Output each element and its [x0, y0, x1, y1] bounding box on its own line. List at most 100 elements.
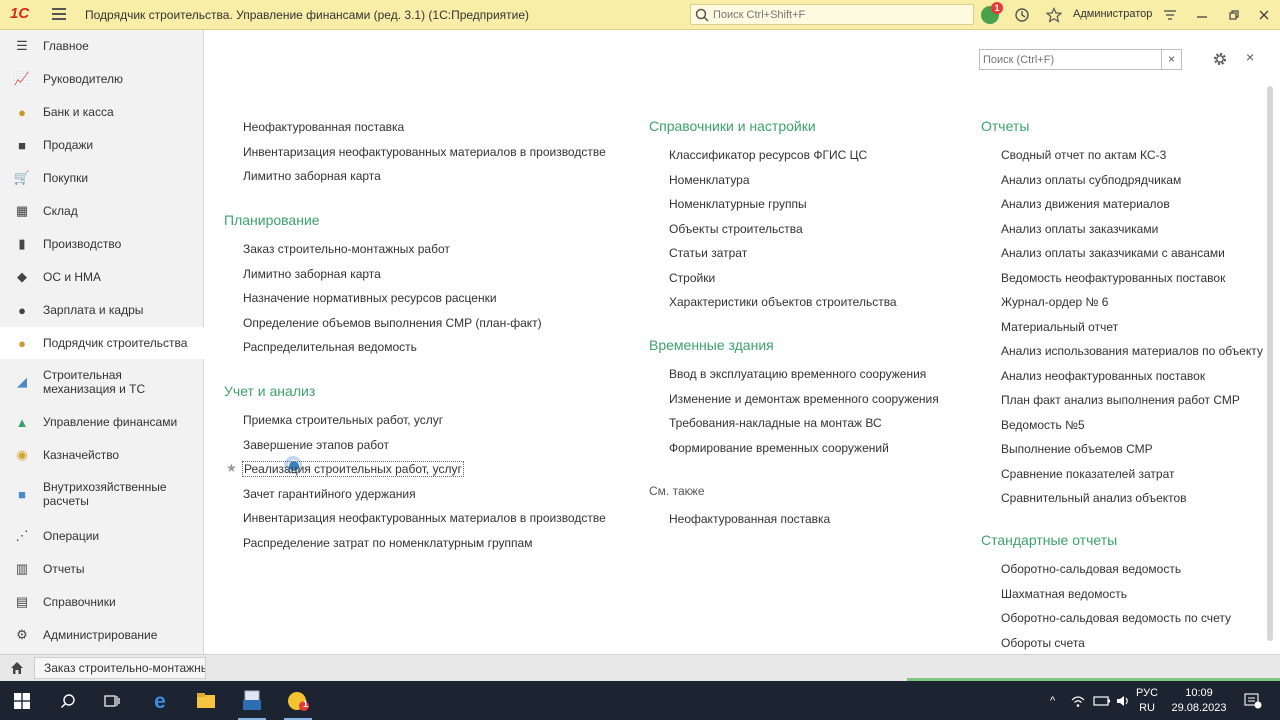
section-link[interactable]: Лимитно заборная карта	[243, 267, 381, 281]
sidebar-item[interactable]: ● Банк и касса	[0, 96, 204, 128]
section-link[interactable]: Шахматная ведомость	[1001, 587, 1127, 601]
section-link[interactable]: Анализ неофактурованных поставок	[1001, 369, 1205, 383]
section-link[interactable]: Ведомость №5	[1001, 418, 1085, 432]
history-button[interactable]	[1012, 5, 1032, 25]
sidebar-item[interactable]: ⚙ Администрирование	[0, 619, 204, 651]
section-link[interactable]: Назначение нормативных ресурсов расценки	[243, 291, 497, 305]
close-window-button[interactable]	[1254, 5, 1274, 25]
start-button[interactable]	[0, 681, 44, 720]
section-link[interactable]: Обороты счета	[1001, 636, 1085, 650]
open-window-tab[interactable]: Заказ строительно-монтажных работ	[34, 657, 206, 679]
panel-search[interactable]: ×	[979, 49, 1182, 70]
sidebar-item[interactable]: ⋰ Операции	[0, 520, 204, 552]
sidebar-item[interactable]: ● Зарплата и кадры	[0, 294, 204, 326]
section-link[interactable]: Распределительная ведомость	[243, 340, 417, 354]
clear-search-button[interactable]: ×	[1161, 50, 1181, 69]
section-link[interactable]: Стройки	[669, 271, 715, 285]
section-link[interactable]: Распределение затрат по номенклатурным г…	[243, 536, 532, 550]
sidebar-item[interactable]: ▲ Управление финансами	[0, 406, 204, 438]
main-menu-icon[interactable]	[52, 8, 66, 20]
section-link[interactable]: Номенклатурные группы	[669, 197, 807, 211]
tray-up-arrow-icon[interactable]: ^	[1050, 681, 1055, 720]
sidebar-item[interactable]: ◆ ОС и НМА	[0, 261, 204, 293]
taskbar-edge[interactable]: e	[138, 681, 182, 720]
sidebar-item[interactable]: ◢ Строительная механизация и ТС	[0, 360, 204, 404]
minimize-button[interactable]	[1192, 5, 1212, 25]
taskbar-search-button[interactable]	[46, 681, 90, 720]
section-link[interactable]: Оборотно-сальдовая ведомость по счету	[1001, 611, 1231, 625]
section-link[interactable]: Анализ оплаты заказчиками	[1001, 222, 1158, 236]
restore-button[interactable]	[1224, 5, 1244, 25]
section-link[interactable]: Журнал-ордер № 6	[1001, 295, 1108, 309]
section-link[interactable]: Неофактурованная поставка	[669, 512, 830, 526]
section-link[interactable]: Анализ оплаты субподрядчикам	[1001, 173, 1181, 187]
notifications-button[interactable]: 1	[980, 2, 1003, 25]
section-link[interactable]: Изменение и демонтаж временного сооружен…	[669, 392, 939, 406]
section-link[interactable]: Формирование временных сооружений	[669, 441, 889, 455]
taskbar-document-app[interactable]	[230, 681, 274, 720]
vertical-scrollbar[interactable]	[1266, 66, 1274, 654]
section-link[interactable]: Определение объемов выполнения СМР (план…	[243, 316, 542, 330]
sidebar-item[interactable]: ▤ Справочники	[0, 586, 204, 618]
notification-badge: 1	[991, 2, 1003, 14]
taskbar-1c-app[interactable]: 1	[276, 681, 320, 720]
taskbar-explorer[interactable]	[184, 681, 228, 720]
global-search[interactable]	[690, 4, 974, 25]
section-link[interactable]: Статьи затрат	[669, 246, 747, 260]
section-link[interactable]: Оборотно-сальдовая ведомость	[1001, 562, 1181, 576]
section-link[interactable]: Сравнение показателей затрат	[1001, 467, 1175, 481]
section-link[interactable]: Реализация строительных работ, услуг	[242, 461, 464, 477]
sidebar-item[interactable]: ● Подрядчик строительства	[0, 327, 204, 359]
battery-icon[interactable]	[1093, 681, 1111, 720]
home-button[interactable]	[0, 655, 33, 681]
section-link[interactable]: Классификатор ресурсов ФГИС ЦС	[669, 148, 867, 162]
sidebar-item[interactable]: ■ Продажи	[0, 129, 204, 161]
input-language[interactable]: РУС RU	[1136, 686, 1158, 716]
section-link[interactable]: Анализ оплаты заказчиками с авансами	[1001, 246, 1225, 260]
section-link[interactable]: Сравнительный анализ объектов	[1001, 491, 1187, 505]
section-link[interactable]: Ввод в эксплуатацию временного сооружени…	[669, 367, 926, 381]
section-link[interactable]: Лимитно заборная карта	[243, 169, 381, 183]
section-link[interactable]: Требования-накладные на монтаж ВС	[669, 416, 882, 430]
favorites-button[interactable]	[1044, 5, 1064, 25]
section-link[interactable]: Неофактурованная поставка	[243, 120, 404, 134]
close-panel-button[interactable]: ×	[1246, 49, 1254, 65]
section-link[interactable]: Инвентаризация неофактурованных материал…	[243, 145, 606, 159]
sidebar-item[interactable]: ▥ Отчеты	[0, 553, 204, 585]
section-link[interactable]: План факт анализ выполнения работ СМР	[1001, 393, 1240, 407]
section-link[interactable]: Объекты строительства	[669, 222, 803, 236]
panel-search-input[interactable]	[980, 50, 1160, 69]
clock[interactable]: 10:09 29.08.2023	[1166, 686, 1232, 716]
sidebar-item[interactable]: ▦ Склад	[0, 195, 204, 227]
section-link[interactable]: Сводный отчет по актам КС-3	[1001, 148, 1166, 162]
volume-icon[interactable]	[1116, 681, 1132, 720]
gear-icon[interactable]	[1212, 51, 1228, 67]
favorite-star-icon[interactable]: ★	[226, 461, 237, 475]
action-center-button[interactable]	[1244, 681, 1262, 720]
section-link[interactable]: Анализ движения материалов	[1001, 197, 1170, 211]
network-icon[interactable]	[1070, 681, 1086, 720]
section-link[interactable]: Анализ использования материалов по объек…	[1001, 344, 1263, 358]
section-link[interactable]: Заказ строительно-монтажных работ	[243, 242, 450, 256]
section-link[interactable]: Зачет гарантийного удержания	[243, 487, 416, 501]
section-link[interactable]: Характеристики объектов строительства	[669, 295, 897, 309]
settings-menu-button[interactable]	[1160, 5, 1180, 25]
section-link[interactable]: Инвентаризация неофактурованных материал…	[243, 511, 606, 525]
sidebar-item[interactable]: 🛒 Покупки	[0, 162, 204, 194]
sidebar-item[interactable]: ▮ Производство	[0, 228, 204, 260]
sidebar-item[interactable]: ☰ Главное	[0, 30, 204, 62]
global-search-input[interactable]	[713, 7, 968, 23]
section-link[interactable]: Номенклатура	[669, 173, 750, 187]
section-link[interactable]: Ведомость неофактурованных поставок	[1001, 271, 1225, 285]
section-link[interactable]: Приемка строительных работ, услуг	[243, 413, 443, 427]
sidebar-item[interactable]: ◉ Казначейство	[0, 439, 204, 471]
task-view-button[interactable]	[90, 681, 134, 720]
section-link[interactable]: Завершение этапов работ	[243, 438, 389, 452]
book-icon: ▤	[15, 594, 29, 609]
user-name[interactable]: Администратор	[1073, 8, 1152, 20]
section-link[interactable]: Выполнение объемов СМР	[1001, 442, 1153, 456]
section-link[interactable]: Материальный отчет	[1001, 320, 1118, 334]
section-heading: Учет и анализ	[224, 383, 316, 399]
sidebar-item[interactable]: ■ Внутрихозяйственные расчеты	[0, 472, 204, 516]
sidebar-item[interactable]: 📈 Руководителю	[0, 63, 204, 95]
